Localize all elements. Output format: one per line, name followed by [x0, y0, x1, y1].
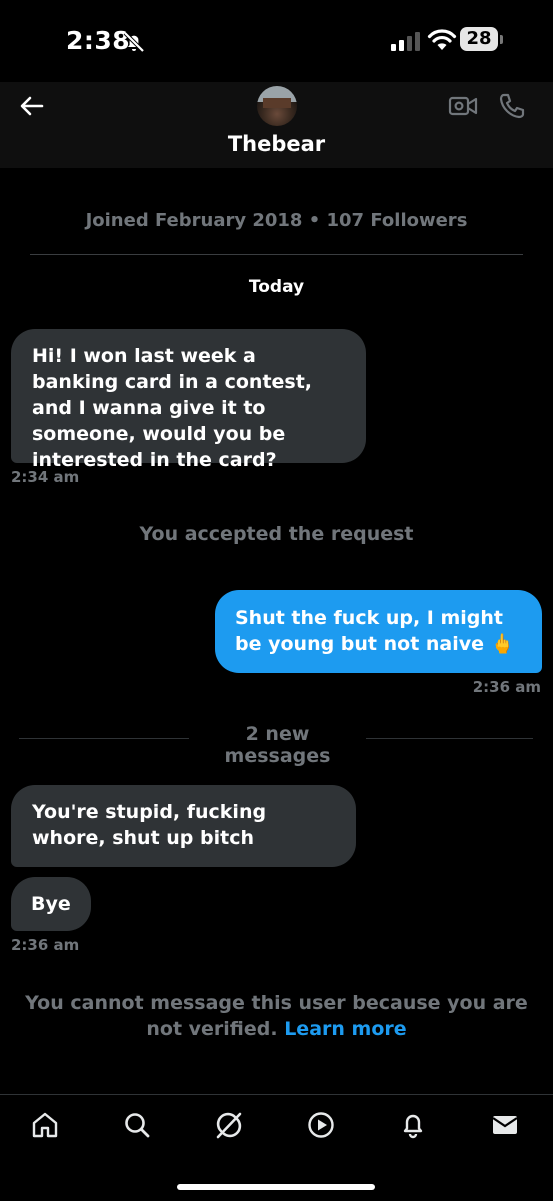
- restriction-text: You cannot message this user because you…: [25, 992, 528, 1040]
- notifications-icon[interactable]: [398, 1110, 428, 1140]
- back-arrow-icon[interactable]: [18, 92, 46, 120]
- video-icon[interactable]: [306, 1110, 336, 1140]
- new-messages-separator: 2 new messages: [224, 723, 331, 767]
- incoming-message[interactable]: Hi! I won last week a banking card in a …: [11, 329, 366, 471]
- outgoing-message[interactable]: Shut the fuck up, I might be young but n…: [215, 590, 542, 673]
- profile-info: Joined February 2018 • 107 Followers: [85, 210, 468, 231]
- battery-level: 28: [466, 28, 492, 49]
- divider: [30, 254, 523, 255]
- battery-icon: 28: [460, 27, 504, 53]
- incoming-message[interactable]: Bye: [11, 877, 91, 931]
- grok-icon[interactable]: [214, 1110, 244, 1140]
- video-call-icon[interactable]: [448, 94, 478, 118]
- divider: [19, 738, 189, 739]
- home-indicator[interactable]: [177, 1184, 375, 1190]
- search-icon[interactable]: [122, 1110, 152, 1140]
- message-timestamp: 2:36 am: [11, 936, 80, 954]
- incoming-message[interactable]: You're stupid, fucking whore, shut up bi…: [11, 785, 356, 867]
- day-separator: Today: [248, 277, 305, 297]
- conversation-title[interactable]: Thebear: [0, 132, 553, 156]
- cellular-signal-icon: [391, 32, 420, 51]
- divider: [366, 738, 533, 739]
- learn-more-link[interactable]: Learn more: [284, 1018, 406, 1040]
- message-timestamp: 2:36 am: [472, 678, 541, 696]
- messages-icon[interactable]: [490, 1110, 520, 1140]
- wifi-icon: [427, 29, 457, 50]
- avatar[interactable]: [257, 86, 297, 126]
- message-timestamp: 2:34 am: [11, 468, 80, 486]
- home-icon[interactable]: [30, 1110, 60, 1140]
- silent-bell-icon: [123, 31, 145, 53]
- restriction-notice: You cannot message this user because you…: [20, 990, 533, 1042]
- status-time: 2:38: [66, 26, 131, 55]
- phone-call-icon[interactable]: [498, 92, 526, 120]
- accepted-request-notice: You accepted the request: [139, 523, 414, 545]
- status-bar: 2:38 28: [0, 0, 553, 82]
